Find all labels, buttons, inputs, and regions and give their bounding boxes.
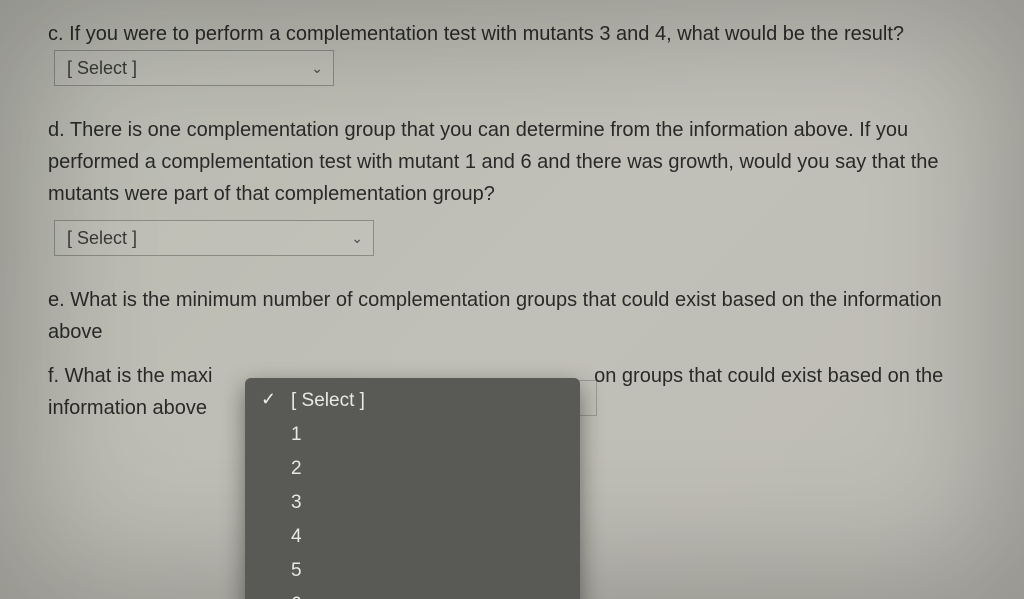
dropdown-option-label: 6 — [291, 594, 302, 599]
chevron-down-icon: ⌄ — [311, 57, 323, 79]
question-c-text: c. If you were to perform a complementat… — [48, 23, 904, 45]
dropdown-option-label: 3 — [291, 492, 302, 513]
dropdown-option-label: 5 — [291, 560, 302, 581]
question-f-text-before: f. What is the maxi — [48, 360, 248, 392]
dropdown-option-selected[interactable]: [ Select ] — [245, 384, 580, 418]
question-c-select-label: [ Select ] — [67, 54, 137, 83]
dropdown-option-1[interactable]: 1 — [245, 418, 580, 452]
question-d-select[interactable]: [ Select ] ⌄ — [54, 220, 374, 256]
dropdown-option-label: 2 — [291, 458, 302, 479]
question-d-text: d. There is one complementation group th… — [48, 119, 939, 205]
question-c: c. If you were to perform a complementat… — [48, 18, 976, 86]
dropdown-option-2[interactable]: 2 — [245, 452, 580, 486]
question-e-dropdown[interactable]: [ Select ] 1 2 3 4 5 6 — [245, 378, 580, 599]
dropdown-option-label: 1 — [291, 424, 302, 445]
question-e: e. What is the minimum number of complem… — [48, 284, 976, 348]
chevron-down-icon: ⌄ — [351, 227, 363, 249]
dropdown-option-3[interactable]: 3 — [245, 486, 580, 520]
question-e-text: e. What is the minimum number of complem… — [48, 289, 942, 343]
dropdown-option-label: 4 — [291, 526, 302, 547]
dropdown-option-5[interactable]: 5 — [245, 554, 580, 588]
dropdown-option-4[interactable]: 4 — [245, 520, 580, 554]
dropdown-option-6[interactable]: 6 — [245, 588, 580, 599]
question-d: d. There is one complementation group th… — [48, 114, 976, 256]
question-d-select-label: [ Select ] — [67, 224, 137, 253]
question-c-select[interactable]: [ Select ] ⌄ — [54, 50, 334, 86]
dropdown-option-label: [ Select ] — [291, 390, 365, 411]
